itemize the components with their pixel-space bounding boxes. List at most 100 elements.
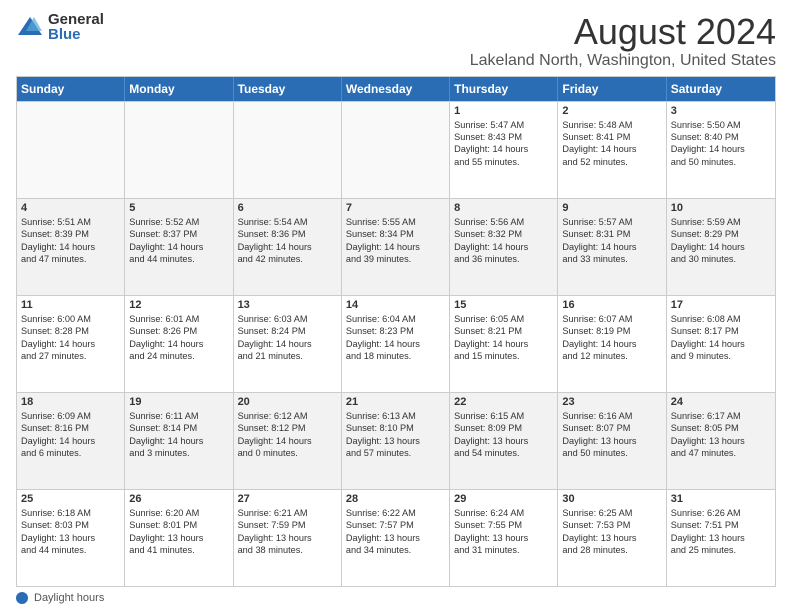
calendar-row-4: 25 Sunrise: 6:18 AM Sunset: 8:03 PM Dayli… (17, 489, 775, 586)
day-cell-20: 20 Sunrise: 6:12 AM Sunset: 8:12 PM Dayli… (234, 393, 342, 489)
day-details: Sunrise: 6:01 AM Sunset: 8:26 PM Dayligh… (129, 313, 228, 363)
day-details: Sunrise: 5:52 AM Sunset: 8:37 PM Dayligh… (129, 216, 228, 266)
day-details: Sunrise: 6:22 AM Sunset: 7:57 PM Dayligh… (346, 507, 445, 557)
day-cell-29: 29Sunrise: 6:24 AM Sunset: 7:55 PM Dayli… (450, 490, 558, 586)
day-cell-14: 14 Sunrise: 6:04 AM Sunset: 8:23 PM Dayli… (342, 296, 450, 392)
day-details: Sunrise: 6:17 AM Sunset: 8:05 PM Dayligh… (671, 410, 771, 460)
month-title: August 2024 (470, 12, 776, 52)
calendar: SundayMondayTuesdayWednesdayThursdayFrid… (16, 76, 776, 587)
day-cell-1: 1 Sunrise: 5:47 AM Sunset: 8:43 PM Daylig… (450, 102, 558, 198)
day-number: 28 (346, 493, 445, 505)
day-cell-10: 10 Sunrise: 5:59 AM Sunset: 8:29 PM Dayli… (667, 199, 775, 295)
day-number: 27 (238, 493, 337, 505)
day-details: Sunrise: 6:04 AM Sunset: 8:23 PM Dayligh… (346, 313, 445, 363)
day-header-sunday: Sunday (17, 77, 125, 101)
day-details: Sunrise: 6:12 AM Sunset: 8:12 PM Dayligh… (238, 410, 337, 460)
day-number: 11 (21, 299, 120, 311)
day-cell-31: 31 Sunrise: 6:26 AM Sunset: 7:51 PM Dayli… (667, 490, 775, 586)
day-number: 20 (238, 396, 337, 408)
day-details: Sunrise: 5:59 AM Sunset: 8:29 PM Dayligh… (671, 216, 771, 266)
day-cell-11: 11 Sunrise: 6:00 AM Sunset: 8:28 PM Dayli… (17, 296, 125, 392)
footer-label: Daylight hours (34, 592, 104, 604)
header: General Blue August 2024 Lakeland North,… (16, 12, 776, 70)
day-number: 30 (562, 493, 661, 505)
empty-cell (234, 102, 342, 198)
empty-cell (342, 102, 450, 198)
day-number: 13 (238, 299, 337, 311)
day-cell-19: 19 Sunrise: 6:11 AM Sunset: 8:14 PM Dayli… (125, 393, 233, 489)
day-details: Sunrise: 5:48 AM Sunset: 8:41 PM Dayligh… (562, 119, 661, 169)
day-number: 17 (671, 299, 771, 311)
calendar-body: 1 Sunrise: 5:47 AM Sunset: 8:43 PM Daylig… (17, 101, 775, 586)
day-details: Sunrise: 6:24 AM Sunset: 7:55 PM Dayligh… (454, 507, 553, 557)
day-number: 9 (562, 202, 661, 214)
day-number: 2 (562, 105, 661, 117)
day-details: Sunrise: 6:25 AM Sunset: 7:53 PM Dayligh… (562, 507, 661, 557)
day-cell-24: 24 Sunrise: 6:17 AM Sunset: 8:05 PM Dayli… (667, 393, 775, 489)
day-number: 8 (454, 202, 553, 214)
day-cell-15: 15Sunrise: 6:05 AM Sunset: 8:21 PM Dayli… (450, 296, 558, 392)
day-number: 22 (454, 396, 553, 408)
day-number: 24 (671, 396, 771, 408)
day-number: 14 (346, 299, 445, 311)
day-details: Sunrise: 5:51 AM Sunset: 8:39 PM Dayligh… (21, 216, 120, 266)
day-number: 19 (129, 396, 228, 408)
empty-cell (125, 102, 233, 198)
day-details: Sunrise: 5:55 AM Sunset: 8:34 PM Dayligh… (346, 216, 445, 266)
logo-blue: Blue (48, 27, 104, 42)
day-details: Sunrise: 6:09 AM Sunset: 8:16 PM Dayligh… (21, 410, 120, 460)
day-details: Sunrise: 5:57 AM Sunset: 8:31 PM Dayligh… (562, 216, 661, 266)
day-details: Sunrise: 6:00 AM Sunset: 8:28 PM Dayligh… (21, 313, 120, 363)
day-cell-21: 21Sunrise: 6:13 AM Sunset: 8:10 PM Dayli… (342, 393, 450, 489)
calendar-row-3: 18Sunrise: 6:09 AM Sunset: 8:16 PM Dayli… (17, 392, 775, 489)
empty-cell (17, 102, 125, 198)
day-details: Sunrise: 6:05 AM Sunset: 8:21 PM Dayligh… (454, 313, 553, 363)
day-cell-3: 3 Sunrise: 5:50 AM Sunset: 8:40 PM Daylig… (667, 102, 775, 198)
title-area: August 2024 Lakeland North, Washington, … (470, 12, 776, 70)
day-number: 25 (21, 493, 120, 505)
day-cell-23: 23 Sunrise: 6:16 AM Sunset: 8:07 PM Dayli… (558, 393, 666, 489)
day-cell-17: 17Sunrise: 6:08 AM Sunset: 8:17 PM Dayli… (667, 296, 775, 392)
day-number: 7 (346, 202, 445, 214)
day-number: 10 (671, 202, 771, 214)
day-cell-26: 26Sunrise: 6:20 AM Sunset: 8:01 PM Dayli… (125, 490, 233, 586)
day-details: Sunrise: 6:16 AM Sunset: 8:07 PM Dayligh… (562, 410, 661, 460)
logo: General Blue (16, 12, 104, 42)
location-title: Lakeland North, Washington, United State… (470, 52, 776, 70)
day-number: 16 (562, 299, 661, 311)
day-details: Sunrise: 6:26 AM Sunset: 7:51 PM Dayligh… (671, 507, 771, 557)
day-cell-5: 5 Sunrise: 5:52 AM Sunset: 8:37 PM Daylig… (125, 199, 233, 295)
day-cell-12: 12Sunrise: 6:01 AM Sunset: 8:26 PM Dayli… (125, 296, 233, 392)
footer-dot (16, 592, 28, 604)
page: General Blue August 2024 Lakeland North,… (0, 0, 792, 612)
logo-icon (16, 13, 44, 41)
day-details: Sunrise: 5:50 AM Sunset: 8:40 PM Dayligh… (671, 119, 771, 169)
day-number: 3 (671, 105, 771, 117)
day-cell-30: 30 Sunrise: 6:25 AM Sunset: 7:53 PM Dayli… (558, 490, 666, 586)
day-number: 31 (671, 493, 771, 505)
day-details: Sunrise: 6:11 AM Sunset: 8:14 PM Dayligh… (129, 410, 228, 460)
day-cell-25: 25 Sunrise: 6:18 AM Sunset: 8:03 PM Dayli… (17, 490, 125, 586)
day-cell-13: 13 Sunrise: 6:03 AM Sunset: 8:24 PM Dayli… (234, 296, 342, 392)
day-number: 1 (454, 105, 553, 117)
day-number: 5 (129, 202, 228, 214)
day-details: Sunrise: 6:18 AM Sunset: 8:03 PM Dayligh… (21, 507, 120, 557)
day-details: Sunrise: 5:47 AM Sunset: 8:43 PM Dayligh… (454, 119, 553, 169)
day-number: 26 (129, 493, 228, 505)
footer: Daylight hours (16, 592, 776, 604)
day-cell-8: 8Sunrise: 5:56 AM Sunset: 8:32 PM Daylig… (450, 199, 558, 295)
day-cell-22: 22 Sunrise: 6:15 AM Sunset: 8:09 PM Dayli… (450, 393, 558, 489)
day-number: 23 (562, 396, 661, 408)
day-details: Sunrise: 6:15 AM Sunset: 8:09 PM Dayligh… (454, 410, 553, 460)
day-header-thursday: Thursday (450, 77, 558, 101)
day-number: 4 (21, 202, 120, 214)
day-cell-18: 18Sunrise: 6:09 AM Sunset: 8:16 PM Dayli… (17, 393, 125, 489)
day-details: Sunrise: 5:54 AM Sunset: 8:36 PM Dayligh… (238, 216, 337, 266)
day-number: 6 (238, 202, 337, 214)
day-details: Sunrise: 6:03 AM Sunset: 8:24 PM Dayligh… (238, 313, 337, 363)
day-header-tuesday: Tuesday (234, 77, 342, 101)
day-cell-28: 28 Sunrise: 6:22 AM Sunset: 7:57 PM Dayli… (342, 490, 450, 586)
day-header-friday: Friday (558, 77, 666, 101)
calendar-header: SundayMondayTuesdayWednesdayThursdayFrid… (17, 77, 775, 101)
day-cell-4: 4 Sunrise: 5:51 AM Sunset: 8:39 PM Daylig… (17, 199, 125, 295)
